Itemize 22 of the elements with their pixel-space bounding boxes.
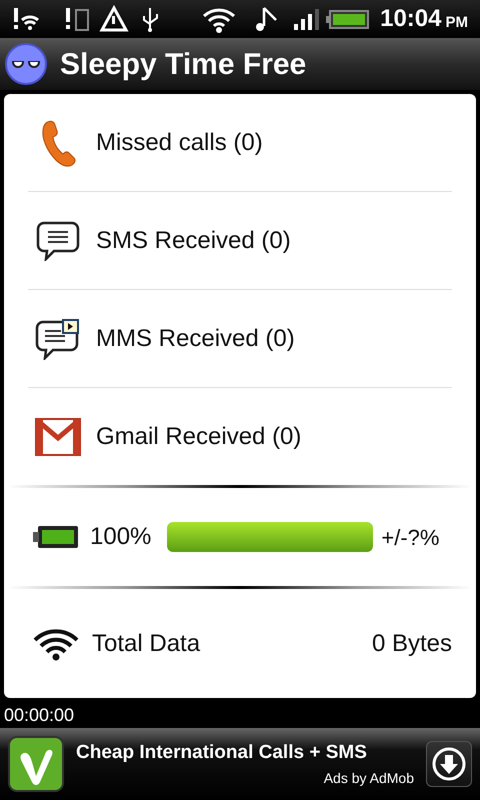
download-icon <box>432 747 466 781</box>
notification-label: Missed calls (0) <box>96 128 263 158</box>
notification-label: SMS Received (0) <box>96 226 291 256</box>
battery-accuracy: +/-?% <box>381 524 440 552</box>
sleepy-face-icon <box>4 42 48 86</box>
total-data-label: Total Data <box>92 628 200 658</box>
app-title: Sleepy Time Free <box>60 46 306 82</box>
notification-label: MMS Received (0) <box>96 324 295 354</box>
clock-meridiem: PM <box>446 12 468 33</box>
wifi-icon <box>32 626 80 660</box>
total-data-value: 0 Bytes <box>372 628 452 658</box>
ad-headline: Cheap International Calls + SMS <box>76 741 368 766</box>
speech-bubble-icon <box>36 220 80 260</box>
elapsed-timer: 00:00:00 <box>3 704 76 727</box>
download-button[interactable] <box>426 741 472 787</box>
check-logo-icon <box>8 736 64 792</box>
ad-credit: Ads by AdMob <box>324 768 414 788</box>
notification-label: Gmail Received (0) <box>96 422 302 452</box>
message-bubble-icon <box>35 318 81 360</box>
envelope-icon <box>35 418 81 456</box>
clock: 10:04 <box>380 4 442 34</box>
battery-percentage: 100% <box>90 522 152 552</box>
